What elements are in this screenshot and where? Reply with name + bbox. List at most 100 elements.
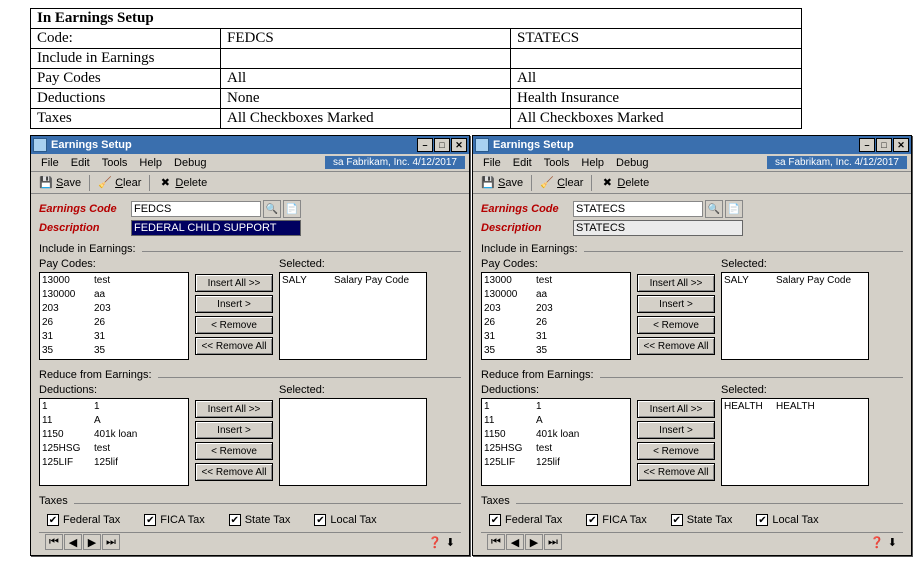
delete-button[interactable]: ✖Delete (596, 175, 653, 191)
menu-help[interactable]: Help (133, 157, 168, 169)
remove-all-button[interactable]: << Remove All (637, 337, 715, 355)
insert-button[interactable]: Insert > (637, 295, 715, 313)
lookup-icon[interactable]: 🔍 (705, 200, 723, 218)
list-box[interactable]: SALYSalary Pay Code (721, 272, 869, 360)
dropdown-icon[interactable]: ⬇ (888, 536, 897, 549)
nav-button-3[interactable]: ⏭ (102, 534, 120, 550)
federal-tax-checkbox[interactable]: ✔Federal Tax (47, 514, 120, 526)
menu-edit[interactable]: Edit (507, 157, 538, 169)
list-box[interactable]: 13000test130000aa203203262631313535 (39, 272, 189, 360)
list-item[interactable]: 125HSGtest (40, 441, 188, 455)
remove-all-button[interactable]: << Remove All (195, 463, 273, 481)
list-item[interactable]: 125HSGtest (482, 441, 630, 455)
nav-button-2[interactable]: ▶ (525, 534, 543, 550)
list-item[interactable]: 2626 (482, 315, 630, 329)
list-item[interactable]: 130000aa (40, 287, 188, 301)
insert-all-button[interactable]: Insert All >> (195, 274, 273, 292)
federal-tax-checkbox[interactable]: ✔Federal Tax (489, 514, 562, 526)
menu-debug[interactable]: Debug (168, 157, 212, 169)
list-item[interactable]: 13000test (482, 273, 630, 287)
help-icon[interactable]: ❓ (870, 536, 884, 549)
earnings-code-field[interactable]: FEDCS (131, 201, 261, 217)
lookup-icon[interactable]: 🔍 (263, 200, 281, 218)
menu-debug[interactable]: Debug (610, 157, 654, 169)
insert-button[interactable]: Insert > (637, 421, 715, 439)
list-box[interactable]: 1111A1150401k loan125HSGtest125LIF125lif (481, 398, 631, 486)
remove-button[interactable]: < Remove (637, 442, 715, 460)
minimize-button[interactable]: – (417, 138, 433, 152)
nav-button-0[interactable]: ⏮ (487, 534, 505, 550)
delete-button[interactable]: ✖Delete (154, 175, 211, 191)
nav-button-1[interactable]: ◀ (506, 534, 524, 550)
insert-all-button[interactable]: Insert All >> (195, 400, 273, 418)
menu-help[interactable]: Help (575, 157, 610, 169)
earnings-code-field[interactable]: STATECS (573, 201, 703, 217)
list-item[interactable]: SALYSalary Pay Code (722, 273, 868, 287)
list-item[interactable]: 11 (482, 399, 630, 413)
list-item[interactable]: 3131 (40, 329, 188, 343)
nav-button-2[interactable]: ▶ (83, 534, 101, 550)
list-item[interactable]: 11A (482, 413, 630, 427)
list-item[interactable]: 130000aa (482, 287, 630, 301)
remove-button[interactable]: < Remove (195, 316, 273, 334)
list-item[interactable]: 11 (40, 399, 188, 413)
nav-button-1[interactable]: ◀ (64, 534, 82, 550)
list-item[interactable]: 203203 (482, 301, 630, 315)
dropdown-icon[interactable]: ⬇ (446, 536, 455, 549)
list-item[interactable]: 2626 (40, 315, 188, 329)
menu-file[interactable]: File (477, 157, 507, 169)
description-field[interactable]: STATECS (573, 220, 743, 236)
nav-button-3[interactable]: ⏭ (544, 534, 562, 550)
insert-button[interactable]: Insert > (195, 421, 273, 439)
list-item[interactable]: 125LIF125lif (40, 455, 188, 469)
list-item[interactable]: HEALTHHEALTH (722, 399, 868, 413)
list-item[interactable]: 11A (40, 413, 188, 427)
list-item[interactable]: 3131 (482, 329, 630, 343)
maximize-button[interactable]: □ (434, 138, 450, 152)
remove-button[interactable]: < Remove (637, 316, 715, 334)
menu-edit[interactable]: Edit (65, 157, 96, 169)
list-item[interactable]: SALYSalary Pay Code (280, 273, 426, 287)
remove-all-button[interactable]: << Remove All (195, 337, 273, 355)
menu-file[interactable]: File (35, 157, 65, 169)
fica-tax-checkbox[interactable]: ✔FICA Tax (144, 514, 204, 526)
detail-icon[interactable]: 📄 (283, 200, 301, 218)
state-tax-checkbox[interactable]: ✔State Tax (671, 514, 733, 526)
list-item[interactable]: 125LIF125lif (482, 455, 630, 469)
list-item[interactable]: 1150401k loan (40, 427, 188, 441)
description-field[interactable]: FEDERAL CHILD SUPPORT (131, 220, 301, 236)
local-tax-checkbox[interactable]: ✔Local Tax (314, 514, 376, 526)
list-box[interactable]: 1111A1150401k loan125HSGtest125LIF125lif (39, 398, 189, 486)
insert-button[interactable]: Insert > (195, 295, 273, 313)
local-tax-checkbox[interactable]: ✔Local Tax (756, 514, 818, 526)
menu-tools[interactable]: Tools (538, 157, 576, 169)
list-item[interactable]: 1150401k loan (482, 427, 630, 441)
checkbox-icon: ✔ (756, 514, 768, 526)
clear-button[interactable]: 🧹Clear (94, 175, 145, 191)
clear-button[interactable]: 🧹Clear (536, 175, 587, 191)
list-item[interactable]: 13000test (40, 273, 188, 287)
close-button[interactable]: ✕ (451, 138, 467, 152)
menu-tools[interactable]: Tools (96, 157, 134, 169)
insert-all-button[interactable]: Insert All >> (637, 274, 715, 292)
list-box[interactable] (279, 398, 427, 486)
list-box[interactable]: SALYSalary Pay Code (279, 272, 427, 360)
remove-all-button[interactable]: << Remove All (637, 463, 715, 481)
state-tax-checkbox[interactable]: ✔State Tax (229, 514, 291, 526)
remove-button[interactable]: < Remove (195, 442, 273, 460)
save-button[interactable]: 💾Save (477, 175, 527, 191)
nav-button-0[interactable]: ⏮ (45, 534, 63, 550)
close-button[interactable]: ✕ (893, 138, 909, 152)
help-icon[interactable]: ❓ (428, 536, 442, 549)
minimize-button[interactable]: – (859, 138, 875, 152)
fica-tax-checkbox[interactable]: ✔FICA Tax (586, 514, 646, 526)
maximize-button[interactable]: □ (876, 138, 892, 152)
list-box[interactable]: HEALTHHEALTH (721, 398, 869, 486)
save-button[interactable]: 💾Save (35, 175, 85, 191)
list-item[interactable]: 203203 (40, 301, 188, 315)
insert-all-button[interactable]: Insert All >> (637, 400, 715, 418)
list-item[interactable]: 3535 (482, 343, 630, 357)
list-item[interactable]: 3535 (40, 343, 188, 357)
list-box[interactable]: 13000test130000aa203203262631313535 (481, 272, 631, 360)
detail-icon[interactable]: 📄 (725, 200, 743, 218)
